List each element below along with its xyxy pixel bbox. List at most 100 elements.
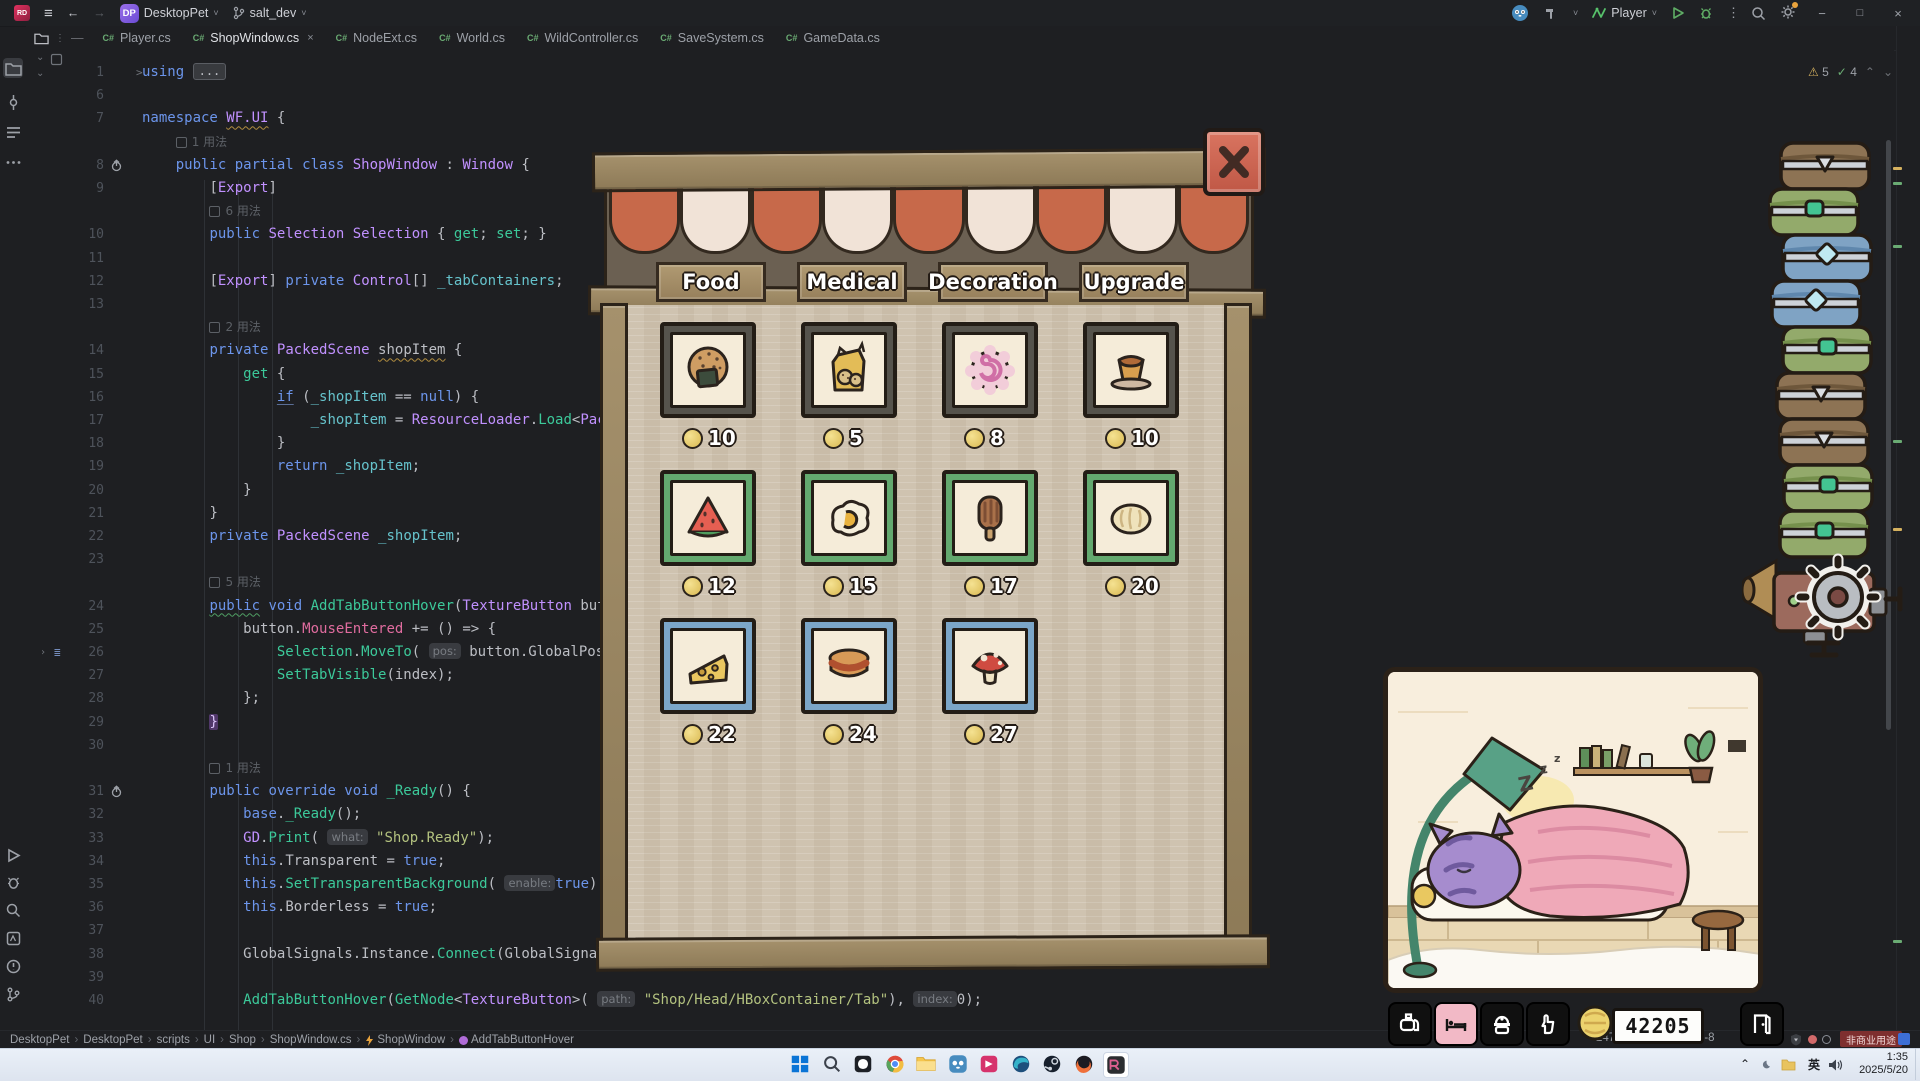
tabbar-left-controls[interactable]: ⋮ — <box>26 26 92 50</box>
tab-WildController.cs[interactable]: C#WildController.cs <box>516 26 649 50</box>
breadcrumb-item[interactable]: UI <box>204 1034 216 1046</box>
commit-tool-icon[interactable] <box>3 92 23 112</box>
debug-button[interactable] <box>1699 6 1713 20</box>
gamebar-gacha-button[interactable] <box>1480 1002 1524 1046</box>
tray-speaker-icon[interactable] <box>1828 1058 1844 1072</box>
settings-gear-icon[interactable] <box>1780 4 1796 23</box>
structure-tool-icon[interactable] <box>3 122 23 142</box>
gamebar-bed-button[interactable] <box>1434 1002 1478 1046</box>
taskbar-search-icon[interactable] <box>820 1052 844 1076</box>
taskbar-rider-icon[interactable] <box>1103 1052 1129 1078</box>
vcs-tool-icon[interactable] <box>3 984 23 1004</box>
taskbar-windows-icon[interactable] <box>788 1052 812 1076</box>
scroll-mark[interactable] <box>1893 182 1902 185</box>
breadcrumb-item[interactable]: ShopWindow.cs <box>270 1034 352 1046</box>
scroll-mark[interactable] <box>1893 440 1902 443</box>
tray-folder-icon[interactable] <box>1781 1058 1796 1071</box>
inspections-widget[interactable]: ⚠ 5 ✓ 4 ⌃⌄ <box>1808 62 1893 82</box>
usages-inlay[interactable]: 1 用法 <box>176 131 227 154</box>
shop-item-watermelon[interactable] <box>660 470 756 566</box>
scroll-mark[interactable] <box>1893 245 1902 248</box>
vcs-branch-widget[interactable]: salt_dev˅ <box>233 6 307 20</box>
gamebar-mailbox-button[interactable] <box>1388 1002 1432 1046</box>
ime-indicator[interactable]: 英 <box>1808 1048 1820 1080</box>
pet-machine[interactable] <box>1742 545 1914 668</box>
run-tool-icon[interactable] <box>3 845 23 865</box>
project-tool-icon[interactable] <box>3 58 23 78</box>
project-widget[interactable]: DP DesktopPet˅ <box>120 4 219 23</box>
more-actions-button[interactable]: ⋮ <box>1727 5 1737 21</box>
project-folder-icon[interactable] <box>34 31 49 45</box>
lambda-gutter-icon[interactable]: ≣ <box>54 641 61 664</box>
shop-item-snack-bag[interactable] <box>801 322 897 418</box>
show-desktop-button[interactable] <box>1915 1048 1920 1080</box>
tray-chevron[interactable]: ⌃ <box>1740 1048 1750 1080</box>
taskbar-firefox-icon[interactable] <box>1072 1052 1096 1076</box>
shop-close-button[interactable] <box>1203 128 1265 196</box>
taskbar-files-icon[interactable] <box>914 1052 938 1076</box>
tab-GameData.cs[interactable]: C#GameData.cs <box>775 26 891 50</box>
taskbar-godot-icon[interactable] <box>946 1052 970 1076</box>
usages-inlay[interactable]: 5 用法 <box>209 571 260 594</box>
gamebar-exit-button[interactable] <box>1740 1002 1784 1046</box>
breadcrumb-item[interactable]: DesktopPet <box>10 1034 69 1046</box>
build-chevron[interactable]: ˅ <box>1573 8 1578 18</box>
run-button[interactable] <box>1671 6 1685 20</box>
forward-button[interactable]: → <box>93 6 106 20</box>
tab-SaveSystem.cs[interactable]: C#SaveSystem.cs <box>649 26 775 50</box>
usages-inlay[interactable]: 2 用法 <box>209 316 260 339</box>
shop-item-fried-egg[interactable] <box>801 470 897 566</box>
services-tool-icon[interactable] <box>3 928 23 948</box>
tab-Player.cs[interactable]: C#Player.cs <box>92 26 182 50</box>
tab-close-icon[interactable]: × <box>307 32 313 44</box>
breadcrumb[interactable]: DesktopPet›DesktopPet›scripts›UI›Shop›Sh… <box>0 1034 574 1046</box>
usages-inlay[interactable]: 6 用法 <box>209 200 260 223</box>
shop-tab-food[interactable]: Food <box>656 262 766 302</box>
shop-item-hotdog[interactable] <box>801 618 897 714</box>
shop-item-rice-cracker[interactable] <box>660 322 756 418</box>
scroll-mark[interactable] <box>1893 167 1902 170</box>
scroll-mark[interactable] <box>1893 528 1902 531</box>
problems-tool-icon[interactable] <box>3 956 23 976</box>
run-config-selector[interactable]: Player˅ <box>1592 6 1657 20</box>
debug-tool-icon[interactable] <box>3 872 23 892</box>
taskbar-steam-icon[interactable] <box>1040 1052 1064 1076</box>
close-window-button[interactable]: × <box>1886 6 1910 21</box>
taskbar-pink-icon[interactable] <box>977 1052 1001 1076</box>
shop-item-pudding[interactable] <box>1083 322 1179 418</box>
build-hammer-icon[interactable] <box>1543 5 1559 21</box>
main-menu-button[interactable]: ≡ <box>44 5 53 22</box>
shop-item-mushroom[interactable] <box>942 618 1038 714</box>
gutter-fold-2[interactable]: ⌄ <box>36 68 44 79</box>
shop-tab-medical[interactable]: Medical <box>797 262 907 302</box>
breadcrumb-item[interactable]: scripts <box>157 1034 190 1046</box>
tab-NodeExt.cs[interactable]: C#NodeExt.cs <box>325 26 428 50</box>
tab-World.cs[interactable]: C#World.cs <box>428 26 516 50</box>
taskbar-clock[interactable]: 1:352025/5/20 <box>1859 1048 1908 1080</box>
breadcrumb-item[interactable]: ShopWindow <box>365 1034 445 1046</box>
godot-icon[interactable] <box>1511 4 1529 22</box>
fold-arrow-icon[interactable]: › <box>40 641 46 664</box>
taskbar-edge-icon[interactable] <box>1009 1052 1033 1076</box>
shop-item-cheese[interactable] <box>660 618 756 714</box>
more-tools-icon[interactable] <box>3 152 23 172</box>
taskbar-contrast-icon[interactable] <box>851 1052 875 1076</box>
shop-item-naruto[interactable] <box>942 322 1038 418</box>
search-everywhere-icon[interactable] <box>1751 6 1766 21</box>
gutter-fold-top[interactable]: ⌄ <box>36 52 44 63</box>
tab-ShopWindow.cs[interactable]: C#ShopWindow.cs× <box>182 26 325 50</box>
minimize-button[interactable]: − <box>1810 6 1834 21</box>
scroll-mark[interactable] <box>1893 940 1902 943</box>
maximize-button[interactable]: □ <box>1848 7 1872 19</box>
shop-tab-upgrade[interactable]: Upgrade <box>1079 262 1189 302</box>
shop-item-bun[interactable] <box>1083 470 1179 566</box>
override-gutter-icon[interactable] <box>110 785 123 798</box>
breadcrumb-item[interactable]: AddTabButtonHover <box>459 1034 574 1046</box>
search-tool-icon[interactable] <box>3 900 23 920</box>
gamebar-hand-button[interactable] <box>1526 1002 1570 1046</box>
taskbar-chrome-icon[interactable] <box>883 1052 907 1076</box>
shop-item-popsicle[interactable] <box>942 470 1038 566</box>
breadcrumb-item[interactable]: DesktopPet <box>83 1034 142 1046</box>
usages-inlay[interactable]: 1 用法 <box>209 757 260 780</box>
shop-tab-decoration[interactable]: Decoration <box>938 262 1048 302</box>
